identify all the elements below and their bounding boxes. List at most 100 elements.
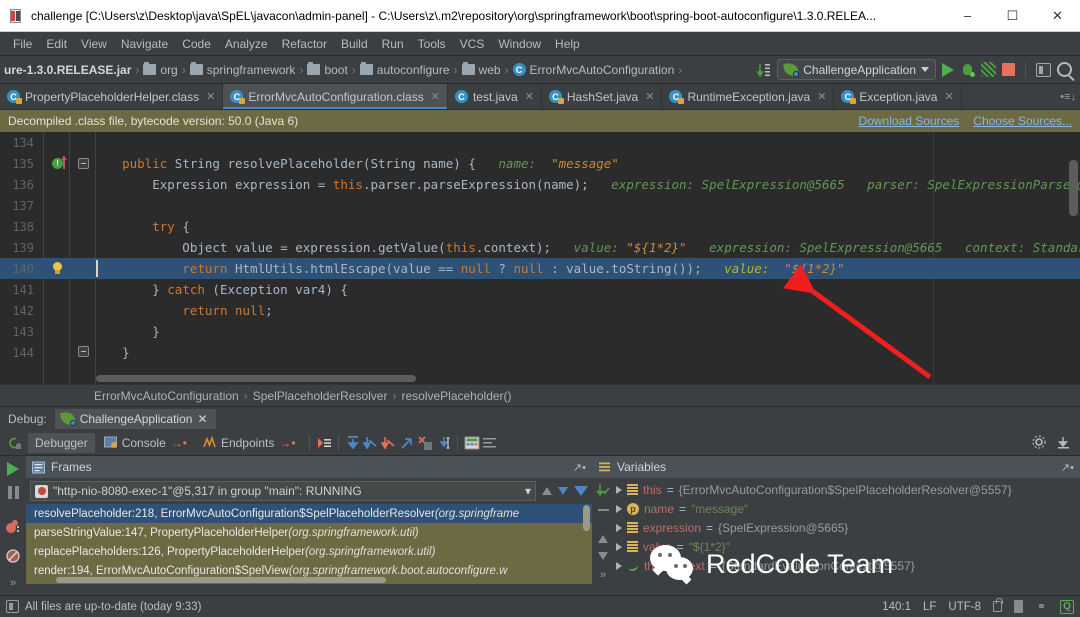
show-execution-point-icon[interactable] xyxy=(316,435,332,451)
mute-breakpoints-icon[interactable] xyxy=(5,548,21,567)
scroll-down-icon[interactable] xyxy=(598,552,608,560)
filter-icon[interactable] xyxy=(574,486,588,496)
settings-list-icon[interactable] xyxy=(482,435,498,451)
nav-crumb-6[interactable]: C ErrorMvcAutoConfiguration xyxy=(512,63,674,77)
nav-crumb-1[interactable]: org xyxy=(143,62,178,77)
breadcrumb-item-1[interactable]: SpelPlaceholderResolver xyxy=(253,389,388,403)
run-to-cursor-icon[interactable] xyxy=(435,435,451,451)
menu-item-window[interactable]: Window xyxy=(491,35,548,53)
chevron-right-icon[interactable] xyxy=(616,523,622,532)
editor-vertical-scrollbar[interactable] xyxy=(1069,160,1078,216)
menu-item-code[interactable]: Code xyxy=(175,35,218,53)
chevron-right-icon[interactable] xyxy=(616,485,622,494)
variable-row[interactable]: this.context = {StandardEvaluationContex… xyxy=(614,556,1080,575)
debug-session-tab[interactable]: ChallengeApplication ✕ xyxy=(54,408,216,429)
menu-item-file[interactable]: File xyxy=(6,35,39,53)
drop-frame-icon[interactable] xyxy=(417,435,433,451)
project-icon[interactable] xyxy=(6,600,19,613)
editor-tab-5[interactable]: C Exception.java ✕ xyxy=(834,84,962,109)
code-line[interactable]: 134 xyxy=(0,132,1080,153)
chevron-right-icon[interactable] xyxy=(616,504,622,513)
intention-bulb-icon[interactable] xyxy=(52,262,63,275)
tab-debugger[interactable]: Debugger xyxy=(28,432,95,453)
menu-item-view[interactable]: View xyxy=(74,35,114,53)
menu-item-tools[interactable]: Tools xyxy=(411,35,453,53)
rerun-icon[interactable] xyxy=(4,436,26,450)
close-icon[interactable]: ✕ xyxy=(817,90,826,103)
close-icon[interactable]: ✕ xyxy=(197,412,207,426)
variables-hide-icon[interactable]: ↗• xyxy=(1061,461,1074,474)
inspection-icon[interactable]: ⚭ xyxy=(1035,600,1048,613)
code-line[interactable]: 137 xyxy=(0,195,1080,216)
frames-hide-icon[interactable]: ↗• xyxy=(573,461,586,474)
editor-gutter[interactable] xyxy=(40,300,92,321)
editor-tab-4[interactable]: C RuntimeException.java ✕ xyxy=(662,84,835,109)
editor-gutter[interactable] xyxy=(40,174,92,195)
chevron-down-icon[interactable]: ▾ xyxy=(525,484,531,498)
fold-start-icon[interactable] xyxy=(78,158,89,169)
download-sources-link[interactable]: Download Sources xyxy=(859,114,960,128)
breadcrumb-item-0[interactable]: ErrorMvcAutoConfiguration xyxy=(94,389,239,403)
coverage-icon[interactable] xyxy=(981,62,996,77)
editor-gutter[interactable]: ! xyxy=(40,153,92,174)
close-icon[interactable]: ✕ xyxy=(206,90,215,103)
code-line[interactable]: 140 return HtmlUtils.htmlEscape(value ==… xyxy=(0,258,1080,279)
sort-icon[interactable] xyxy=(756,63,771,77)
close-icon[interactable]: ✕ xyxy=(431,90,440,103)
code-line[interactable]: 143 } xyxy=(0,321,1080,342)
nav-crumb-3[interactable]: boot xyxy=(307,62,348,77)
nav-crumb-5[interactable]: web xyxy=(461,62,501,77)
nav-crumb-4[interactable]: autoconfigure xyxy=(359,62,450,77)
nav-crumb-0[interactable]: ure-1.3.0.RELEASE.jar xyxy=(4,63,131,77)
expand-rail-icon[interactable]: » xyxy=(10,577,16,589)
chevron-right-icon[interactable] xyxy=(616,561,622,570)
file-encoding[interactable]: UTF-8 xyxy=(948,601,981,613)
layout-icon[interactable] xyxy=(1036,62,1051,77)
editor-gutter[interactable] xyxy=(40,258,92,279)
code-line[interactable]: 141 } catch (Exception var4) { xyxy=(0,279,1080,300)
remove-watch-icon[interactable] xyxy=(597,509,609,511)
menu-item-edit[interactable]: Edit xyxy=(39,35,74,53)
scroll-up-icon[interactable] xyxy=(598,535,608,543)
frame-row[interactable]: replacePlaceholders:126, PropertyPlaceho… xyxy=(26,542,592,561)
step-over-icon[interactable] xyxy=(345,435,361,451)
editor-gutter[interactable] xyxy=(40,195,92,216)
nav-crumb-2[interactable]: springframework xyxy=(189,62,295,77)
minimize-button[interactable]: – xyxy=(945,0,990,32)
menu-item-run[interactable]: Run xyxy=(375,35,411,53)
step-out-icon[interactable] xyxy=(399,435,415,451)
run-configuration-selector[interactable]: ChallengeApplication xyxy=(777,59,936,80)
editor-gutter[interactable] xyxy=(40,237,92,258)
menu-item-vcs[interactable]: VCS xyxy=(453,35,492,53)
frames-horizontal-scrollbar[interactable] xyxy=(56,577,386,583)
code-line[interactable]: 139 Object value = expression.getValue(t… xyxy=(0,237,1080,258)
editor-tab-2[interactable]: Ctest.java ✕ xyxy=(448,84,542,109)
breadcrumb-item-2[interactable]: resolvePlaceholder() xyxy=(401,389,511,403)
tab-console[interactable]: Console →• xyxy=(97,433,194,453)
tab-endpoints[interactable]: Endpoints →• xyxy=(196,433,303,453)
line-separator[interactable]: LF xyxy=(923,601,936,613)
step-into-icon[interactable] xyxy=(362,435,379,451)
code-line[interactable]: 136 Expression expression = this.parser.… xyxy=(0,174,1080,195)
menu-item-build[interactable]: Build xyxy=(334,35,375,53)
menu-item-navigate[interactable]: Navigate xyxy=(114,35,175,53)
expand-variables-rail-icon[interactable]: » xyxy=(600,569,606,581)
frames-scrollbar[interactable] xyxy=(583,505,590,531)
add-watch-icon[interactable] xyxy=(596,483,610,500)
variables-list[interactable]: this = {ErrorMvcAutoConfiguration$SpelPl… xyxy=(614,478,1080,584)
evaluate-expression-icon[interactable] xyxy=(464,435,480,451)
force-step-into-icon[interactable] xyxy=(380,435,397,451)
variable-row[interactable]: expression = {SpelExpression@5665} xyxy=(614,518,1080,537)
view-breakpoints-icon[interactable] xyxy=(5,519,21,538)
editor-gutter[interactable] xyxy=(40,321,92,342)
next-frame-icon[interactable] xyxy=(558,487,568,495)
close-icon[interactable]: ✕ xyxy=(944,90,953,103)
endpoints-pin-icon[interactable]: →• xyxy=(279,436,295,450)
caret-position[interactable]: 140:1 xyxy=(882,601,911,613)
hide-window-icon[interactable] xyxy=(1056,435,1072,451)
search-icon[interactable] xyxy=(1057,62,1072,77)
fold-end-icon[interactable] xyxy=(78,346,89,357)
code-line[interactable]: 135! public String resolvePlaceholder(St… xyxy=(0,153,1080,174)
thread-combo[interactable]: "http-nio-8080-exec-1"@5,317 in group "m… xyxy=(30,481,536,501)
tab-list-icon[interactable]: •≡↓ xyxy=(1060,84,1080,109)
